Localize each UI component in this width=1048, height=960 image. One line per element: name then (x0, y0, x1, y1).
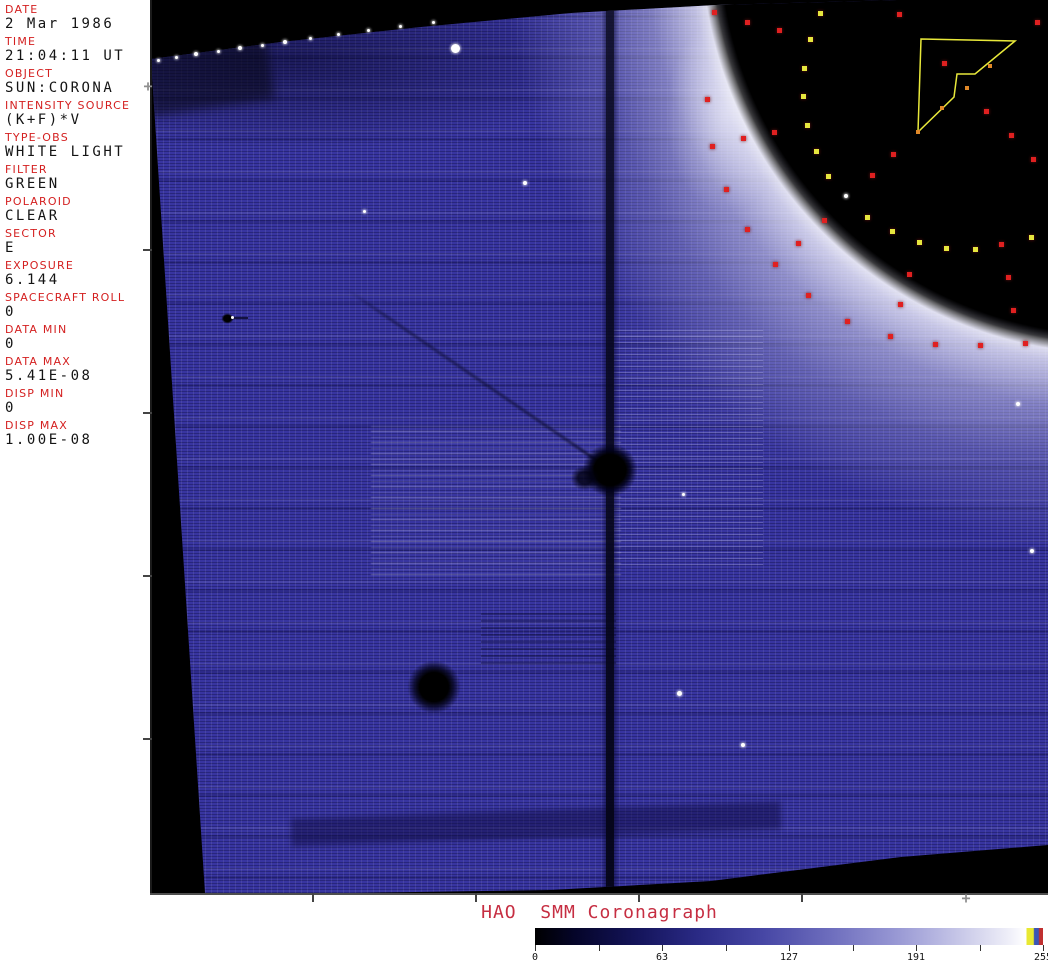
metadata-field: DATE 2 Mar 1986 (5, 3, 150, 35)
field-label: DATA MIN (5, 323, 68, 336)
colorbar-major-tick (789, 945, 790, 951)
field-value: E (5, 240, 16, 256)
field-label: DISP MAX (5, 419, 68, 432)
colorbar-tick-label: 191 (906, 952, 926, 960)
field-value: 2 Mar 1986 (5, 16, 115, 32)
colorbar-major-tick (535, 945, 536, 951)
colorbar-minor-tick (852, 945, 854, 951)
exposure-frame (151, 0, 1048, 893)
field-value: SUN:CORONA (5, 80, 115, 96)
metadata-field: SECTOR E (5, 227, 150, 259)
sidebar-divider (150, 0, 152, 895)
field-value: CLEAR (5, 208, 60, 224)
metadata-field: DISP MAX 1.00E-08 (5, 419, 150, 451)
field-label: TIME (5, 35, 37, 48)
metadata-field: TIME 21:04:11 UT (5, 35, 150, 67)
field-value: 6.144 (5, 272, 60, 288)
colorbar-minor-tick (598, 945, 600, 951)
field-label: POLAROID (5, 195, 72, 208)
field-label: SPACECRAFT ROLL (5, 291, 126, 304)
center-dark-blob (569, 464, 601, 492)
occulting-disk (695, 0, 1048, 360)
coronagraph-image (151, 0, 1048, 893)
image-bottom-border (150, 893, 1048, 895)
field-value: WHITE LIGHT (5, 144, 126, 160)
colorbar (535, 928, 1043, 945)
metadata-field: DATA MIN 0 (5, 323, 150, 355)
colorbar-major-tick (916, 945, 917, 951)
field-label: DATE (5, 3, 39, 16)
metadata-field: OBJECT SUN:CORONA (5, 67, 150, 99)
colorbar-minor-tick (725, 945, 727, 951)
dust-speck-highlight (231, 316, 234, 319)
field-value: GREEN (5, 176, 60, 192)
scan-streaks (481, 612, 616, 664)
metadata-list: DATE 2 Mar 1986 TIME 21:04:11 UT OBJECT SUN:C… (0, 0, 150, 451)
footer: HAO SMM Coronagraph 0 63 127 191 255 (0, 895, 1048, 960)
metadata-sidebar: DATE 2 Mar 1986 TIME 21:04:11 UT OBJECT SUN:C… (0, 0, 150, 960)
field-label: OBJECT (5, 67, 53, 80)
field-value: 21:04:11 UT (5, 48, 126, 64)
metadata-field: SPACECRAFT ROLL 0 (5, 291, 150, 323)
field-value: 0 (5, 336, 16, 352)
field-value: 0 (5, 400, 16, 416)
metadata-field: TYPE-OBS WHITE LIGHT (5, 131, 150, 163)
dust-speck-tail (232, 317, 248, 319)
lower-dark-blob (405, 658, 463, 716)
metadata-field: DISP MIN 0 (5, 387, 150, 419)
colorbar-tick-label: 0 (531, 952, 539, 960)
metadata-field: POLAROID CLEAR (5, 195, 150, 227)
colorbar-major-tick (1043, 945, 1044, 951)
field-label: FILTER (5, 163, 48, 176)
field-label: DISP MIN (5, 387, 65, 400)
field-value: 1.00E-08 (5, 432, 93, 448)
field-value: 0 (5, 304, 16, 320)
field-label: DATA MAX (5, 355, 71, 368)
colorbar-tick-label: 127 (779, 952, 799, 960)
field-label: SECTOR (5, 227, 57, 240)
colorbar-minor-tick (979, 945, 981, 951)
colorbar-tick-label: 63 (655, 952, 669, 960)
field-value: (K+F)*V (5, 112, 82, 128)
page-title: HAO SMM Coronagraph (481, 902, 718, 923)
coronagraph-viewer: DATE 2 Mar 1986 TIME 21:04:11 UT OBJECT SUN:C… (0, 0, 1048, 960)
metadata-field: EXPOSURE 6.144 (5, 259, 150, 291)
colorbar-tick-label: 255 (1033, 952, 1048, 960)
field-value: 5.41E-08 (5, 368, 93, 384)
metadata-field: FILTER GREEN (5, 163, 150, 195)
field-label: INTENSITY SOURCE (5, 99, 131, 112)
field-label: EXPOSURE (5, 259, 75, 272)
metadata-field: DATA MAX 5.41E-08 (5, 355, 150, 387)
field-label: TYPE-OBS (5, 131, 69, 144)
metadata-field: INTENSITY SOURCE (K+F)*V (5, 99, 150, 131)
colorbar-major-tick (662, 945, 663, 951)
